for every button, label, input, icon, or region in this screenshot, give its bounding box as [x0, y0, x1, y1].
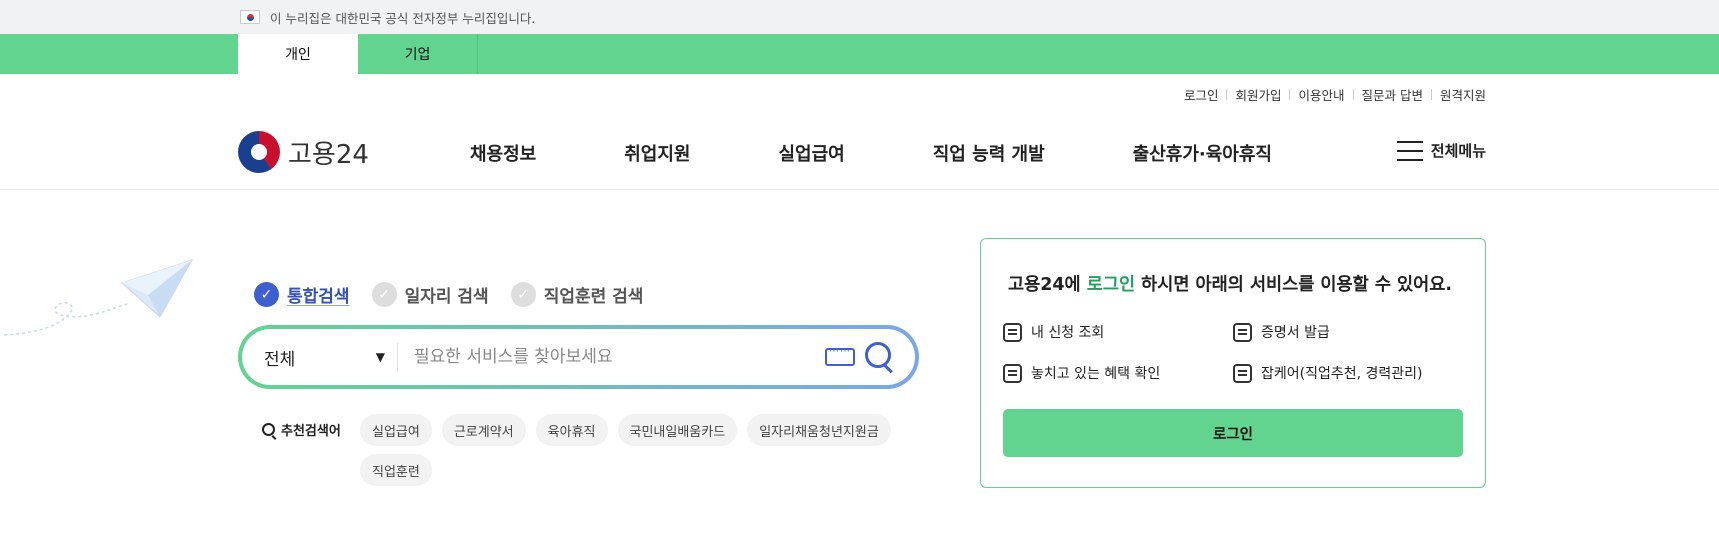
site-logo[interactable]: 고용24	[238, 131, 369, 173]
tab-label: 직업훈련 검색	[543, 287, 644, 307]
keyword-chip[interactable]: 국민내일배움카드	[617, 414, 738, 446]
title-text: 고용24에	[1008, 275, 1087, 295]
login-card: 고용24에 로그인 하시면 아래의 서비스를 이용할 수 있어요. 내 신청 조…	[980, 238, 1486, 488]
keyword-chip[interactable]: 실업급여	[360, 414, 432, 446]
main-nav: 채용정보 취업지원 실업급여 직업 능력 개발 출산휴가·육아휴직	[470, 140, 1272, 166]
remote-support-link[interactable]: 원격지원	[1432, 85, 1486, 104]
service-certificate[interactable]: 증명서 발급	[1233, 322, 1330, 342]
tab-business[interactable]: 기업	[358, 34, 478, 74]
category-value: 전체	[264, 349, 296, 370]
search-icon[interactable]	[863, 340, 897, 374]
tab-label: 통합검색	[287, 287, 350, 307]
recommend-label: 추천검색어	[281, 424, 341, 439]
logo-text: 고용24	[288, 139, 369, 170]
utility-links: 로그인 회원가입 이용안내 질문과 답변 원격지원	[1176, 85, 1486, 104]
qna-link[interactable]: 질문과 답변	[1354, 85, 1431, 104]
list-icon	[1003, 322, 1022, 342]
gov-banner-text: 이 누리집은 대한민국 공식 전자정부 누리집입니다.	[270, 10, 536, 26]
tab-personal[interactable]: 개인	[238, 34, 358, 74]
user-type-tabbar: 개인 기업	[0, 34, 1719, 74]
nav-item-employment-support[interactable]: 취업지원	[624, 140, 690, 166]
title-text: 하시면 아래의 서비스를 이용할 수 있어요.	[1135, 275, 1452, 295]
category-select[interactable]: 전체 ▼	[242, 345, 397, 370]
tab-job-search[interactable]: ✓ 일자리 검색	[371, 282, 489, 307]
keyword-chip[interactable]: 일자리채움청년지원금	[747, 414, 891, 446]
keyword-chip[interactable]: 육아휴직	[535, 414, 608, 446]
login-button[interactable]: 로그인	[1003, 409, 1463, 457]
check-circle-icon: ✓	[371, 282, 397, 307]
nav-item-unemployment-benefit[interactable]: 실업급여	[779, 140, 845, 166]
keyword-chip[interactable]: 직업훈련	[360, 454, 432, 486]
guide-link[interactable]: 이용안내	[1290, 85, 1352, 104]
hamburger-icon	[1396, 140, 1423, 161]
nav-item-jobs[interactable]: 채용정보	[470, 140, 536, 166]
check-circle-icon: ✓	[254, 282, 279, 307]
service-label: 내 신청 조회	[1031, 325, 1105, 341]
certificate-icon	[1233, 322, 1252, 342]
nav-item-parental-leave[interactable]: 출산휴가·육아휴직	[1133, 140, 1272, 166]
all-menu-label: 전체메뉴	[1430, 142, 1486, 160]
nav-item-job-training[interactable]: 직업 능력 개발	[933, 140, 1045, 166]
recommend-title: 추천검색어	[262, 420, 341, 439]
search-box: 전체 ▼	[238, 325, 919, 389]
service-jobcare[interactable]: 잡케어(직업추천, 경력관리)	[1233, 363, 1423, 383]
service-benefits[interactable]: 놓치고 있는 혜택 확인	[1003, 363, 1160, 383]
check-circle-icon: ✓	[510, 282, 536, 307]
gov-banner: 이 누리집은 대한민국 공식 전자정부 누리집입니다.	[0, 0, 1719, 34]
all-menu-button[interactable]: 전체메뉴	[1396, 140, 1486, 161]
search-icon	[262, 423, 275, 436]
korea-flag-icon	[240, 10, 260, 24]
title-highlight: 로그인	[1086, 275, 1136, 295]
paper-plane-icon	[3, 259, 194, 336]
search-tabs: ✓ 통합검색 ✓ 일자리 검색 ✓ 직업훈련 검색	[254, 282, 643, 307]
logo-taegeuk-icon	[238, 131, 280, 173]
login-link[interactable]: 로그인	[1176, 85, 1227, 104]
service-my-applications[interactable]: 내 신청 조회	[1003, 322, 1104, 342]
keyword-chips: 실업급여 근로계약서 육아휴직 국민내일배움카드 일자리채움청년지원금 직업훈련	[360, 414, 900, 486]
jobcare-icon	[1233, 363, 1252, 383]
signup-link[interactable]: 회원가입	[1227, 85, 1289, 104]
header-divider	[0, 189, 1719, 190]
tab-label: 일자리 검색	[404, 287, 489, 307]
caret-down-icon: ▼	[375, 350, 385, 364]
tab-training-search[interactable]: ✓ 직업훈련 검색	[510, 282, 644, 307]
tab-integrated-search[interactable]: ✓ 통합검색	[254, 282, 350, 307]
search-input[interactable]	[398, 347, 825, 367]
login-card-title: 고용24에 로그인 하시면 아래의 서비스를 이용할 수 있어요.	[1008, 271, 1452, 296]
service-label: 놓치고 있는 혜택 확인	[1031, 366, 1161, 382]
keyword-chip[interactable]: 근로계약서	[441, 414, 526, 446]
service-label: 잡케어(직업추천, 경력관리)	[1261, 366, 1423, 382]
benefit-icon	[1003, 363, 1022, 383]
keyboard-icon[interactable]	[825, 346, 855, 366]
service-label: 증명서 발급	[1261, 325, 1330, 341]
